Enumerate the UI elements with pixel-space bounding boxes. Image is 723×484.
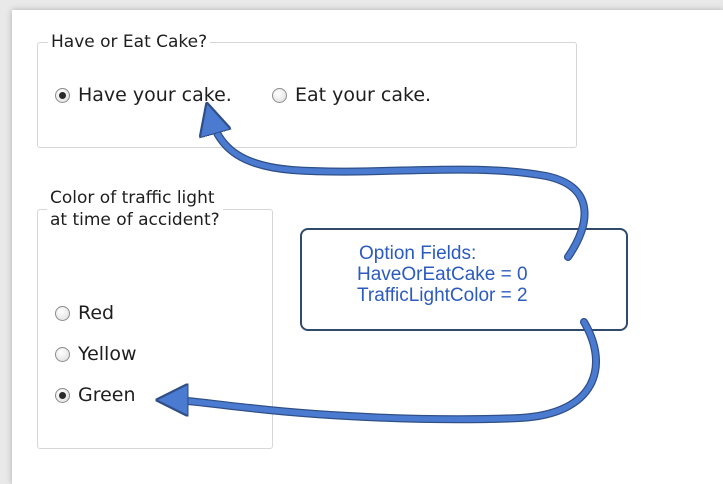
- radio-have-your-cake[interactable]: Have your cake.: [55, 84, 232, 106]
- radio-label: Green: [78, 384, 136, 406]
- radio-yellow[interactable]: Yellow: [55, 343, 137, 365]
- radio-label: Have your cake.: [78, 84, 232, 106]
- radio-label: Red: [78, 302, 115, 324]
- radio-checked-icon[interactable]: [55, 87, 70, 103]
- radio-label: Yellow: [78, 343, 137, 365]
- radio-red[interactable]: Red: [55, 302, 114, 324]
- callout-title: Option Fields:: [359, 243, 477, 264]
- traffic-light-legend-line2: at time of accident?: [50, 210, 220, 230]
- traffic-light-legend-line1: Color of traffic light: [50, 188, 215, 208]
- option-fields-callout: Option Fields: HaveOrEatCake = 0 Traffic…: [300, 228, 628, 331]
- radio-unchecked-icon[interactable]: [55, 305, 70, 321]
- radio-eat-your-cake[interactable]: Eat your cake.: [272, 84, 431, 106]
- radio-unchecked-icon[interactable]: [272, 87, 287, 103]
- radio-checked-icon[interactable]: [55, 387, 70, 403]
- radio-green[interactable]: Green: [55, 384, 136, 406]
- radio-label: Eat your cake.: [295, 84, 432, 106]
- radio-unchecked-icon[interactable]: [55, 346, 70, 362]
- traffic-light-legend: Color of traffic light at time of accide…: [47, 187, 223, 231]
- callout-traffic-light-color-value: TrafficLightColor = 2: [357, 285, 528, 306]
- callout-have-or-eat-cake-value: HaveOrEatCake = 0: [357, 264, 528, 285]
- have-or-eat-cake-legend: Have or Eat Cake?: [48, 31, 211, 53]
